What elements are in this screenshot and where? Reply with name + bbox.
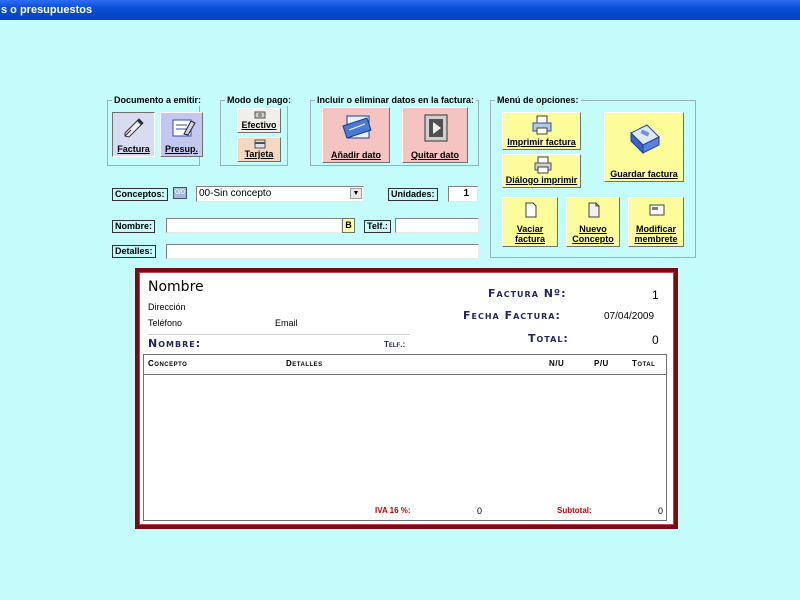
empty-invoice-label-2: factura (514, 234, 545, 244)
unidades-value: 1 (463, 188, 469, 199)
print-invoice-label: Imprimir factura (507, 137, 576, 147)
new-page-icon (588, 202, 600, 218)
concept-id-badge: 0/0 (173, 187, 187, 199)
add-document-icon (342, 115, 372, 139)
search-client-button[interactable]: B (342, 218, 355, 233)
subtotal-label: Subtotal: (557, 506, 592, 515)
printer-icon (532, 115, 552, 135)
detalles-label: Detalles: (112, 245, 156, 258)
print-dialog-label: Diálogo imprimir (505, 175, 578, 185)
nombre-label: Nombre: (112, 220, 156, 233)
client-name-label: Nombre: (148, 337, 202, 350)
tarjeta-button[interactable]: Tarjeta (237, 137, 281, 162)
add-data-label: Añadir dato (330, 150, 381, 160)
table-header-row (144, 355, 666, 375)
column-nu: N/U (549, 359, 565, 368)
invoice-data-title: Incluir o eliminar datos en la factura: (315, 94, 477, 106)
telf-input[interactable] (395, 218, 479, 233)
printer-dialog-icon (534, 156, 552, 174)
remove-data-label: Quitar dato (410, 150, 459, 160)
iva-label: IVA 16 %: (375, 506, 411, 515)
detalles-input[interactable] (166, 244, 479, 259)
blank-page-icon (525, 202, 537, 218)
unidades-label: Unidades: (388, 188, 438, 201)
client-phone-label: Telf.: (384, 340, 406, 349)
card-icon (254, 139, 266, 149)
remove-document-icon (424, 114, 448, 142)
modify-letterhead-label-2: membrete (634, 234, 678, 244)
column-detalles: Detalles (286, 359, 323, 368)
print-dialog-button[interactable]: Diálogo imprimir (502, 154, 581, 188)
save-invoice-button[interactable]: Guardar factura (604, 112, 684, 182)
efectivo-label: Efectivo (241, 120, 277, 130)
invoice-lines-table: Concepto Detalles N/U P/U Total IVA 16 %… (143, 354, 667, 521)
presupuesto-button[interactable]: Presup. (160, 112, 203, 157)
save-disk-icon (630, 124, 660, 155)
modify-letterhead-label-1: Modificar (635, 224, 676, 234)
modify-letterhead-button[interactable]: Modificar membrete (628, 197, 684, 247)
factura-button[interactable]: Factura (112, 112, 155, 157)
letterhead-icon (649, 204, 665, 216)
iva-value: 0 (477, 506, 483, 516)
company-phone: Teléfono (148, 318, 183, 328)
company-address: Dirección (148, 302, 186, 312)
total-value: 0 (652, 333, 659, 347)
telf-label: Telf.: (364, 220, 391, 233)
header-separator (148, 334, 410, 335)
empty-invoice-button[interactable]: Vaciar factura (502, 197, 558, 247)
options-menu-title: Menú de opciones: (495, 94, 581, 106)
total-label: Total: (528, 332, 569, 345)
chevron-down-icon[interactable]: ▼ (350, 188, 362, 199)
conceptos-label: Conceptos: (112, 188, 168, 201)
column-pu: P/U (594, 359, 609, 368)
cash-icon (254, 111, 266, 119)
invoice-number-value: 1 (652, 288, 659, 302)
empty-invoice-label-1: Vaciar (516, 224, 544, 234)
invoice-number-label: Factura Nº: (488, 287, 567, 300)
search-client-label: B (345, 220, 352, 230)
concept-select-value: 00-Sin concepto (199, 188, 272, 199)
add-data-button[interactable]: Añadir dato (322, 107, 390, 163)
window-title-bar[interactable]: s o presupuestos (0, 0, 800, 20)
company-name: Nombre (148, 279, 204, 295)
subtotal-value: 0 (658, 506, 664, 516)
column-concepto: Concepto (148, 359, 188, 368)
efectivo-button[interactable]: Efectivo (237, 108, 281, 133)
document-pen-icon (172, 119, 196, 137)
unidades-input[interactable]: 1 (448, 186, 478, 202)
new-concept-label-2: Concepto (572, 234, 614, 244)
invoice-date-label: Fecha Factura: (463, 309, 561, 322)
concept-select[interactable]: 00-Sin concepto ▼ (196, 186, 364, 202)
save-invoice-label: Guardar factura (610, 169, 678, 179)
invoice-date-value: 07/04/2009 (604, 311, 655, 322)
pen-icon (124, 118, 144, 138)
nombre-input[interactable] (166, 218, 342, 233)
print-invoice-button[interactable]: Imprimir factura (502, 112, 581, 150)
tarjeta-label: Tarjeta (244, 149, 274, 159)
window-title: s o presupuestos (1, 4, 93, 16)
presup-label: Presup. (164, 144, 198, 154)
remove-data-button[interactable]: Quitar dato (402, 107, 468, 163)
concept-id-text: 0/0 (175, 189, 185, 196)
new-concept-label-1: Nuevo (579, 224, 607, 234)
factura-label: Factura (117, 144, 150, 154)
company-email: Email (275, 318, 298, 328)
column-total: Total (632, 359, 656, 368)
document-type-title: Documento a emitir: (112, 94, 204, 106)
new-concept-button[interactable]: Nuevo Concepto (566, 197, 620, 247)
payment-mode-title: Modo de pago: (225, 94, 293, 106)
